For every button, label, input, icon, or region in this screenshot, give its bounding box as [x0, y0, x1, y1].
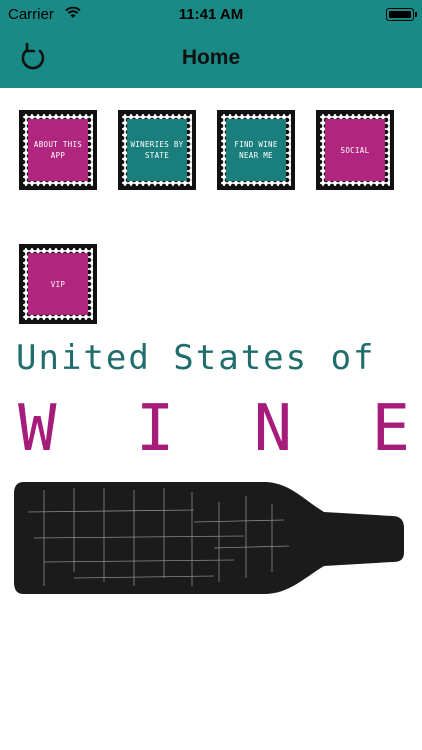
logo-wine-word: W I N E: [18, 392, 410, 466]
clock: 11:41 AM: [178, 6, 244, 23]
page-title: Home: [181, 46, 241, 69]
wineries-by-state-label: WINERIES BY STATE: [127, 119, 187, 181]
logo-letter-e: E: [371, 392, 410, 466]
about-this-app-label: ABOUT THIS APP: [28, 119, 88, 181]
wine-bottle-map-icon: [14, 482, 404, 594]
logo-letter-w: W: [18, 392, 57, 466]
vip-label: VIP: [28, 253, 88, 315]
social-label: SOCIAL: [325, 119, 385, 181]
logo-line-united-states-of: United States of: [16, 338, 376, 378]
status-bar: Carrier 11:41 AM: [0, 0, 422, 30]
navigation-bar: Home: [0, 30, 422, 88]
wineries-by-state-button[interactable]: WINERIES BY STATE: [118, 110, 196, 190]
about-this-app-button[interactable]: ABOUT THIS APP: [19, 110, 97, 190]
vip-button[interactable]: VIP: [19, 244, 97, 324]
logo-letter-i: I: [135, 392, 175, 466]
logo-letter-n: N: [253, 392, 293, 466]
find-wine-near-me-button[interactable]: FIND WINE NEAR ME: [217, 110, 295, 190]
battery-icon: [386, 8, 417, 21]
social-button[interactable]: SOCIAL: [316, 110, 394, 190]
find-wine-near-me-label: FIND WINE NEAR ME: [226, 119, 286, 181]
